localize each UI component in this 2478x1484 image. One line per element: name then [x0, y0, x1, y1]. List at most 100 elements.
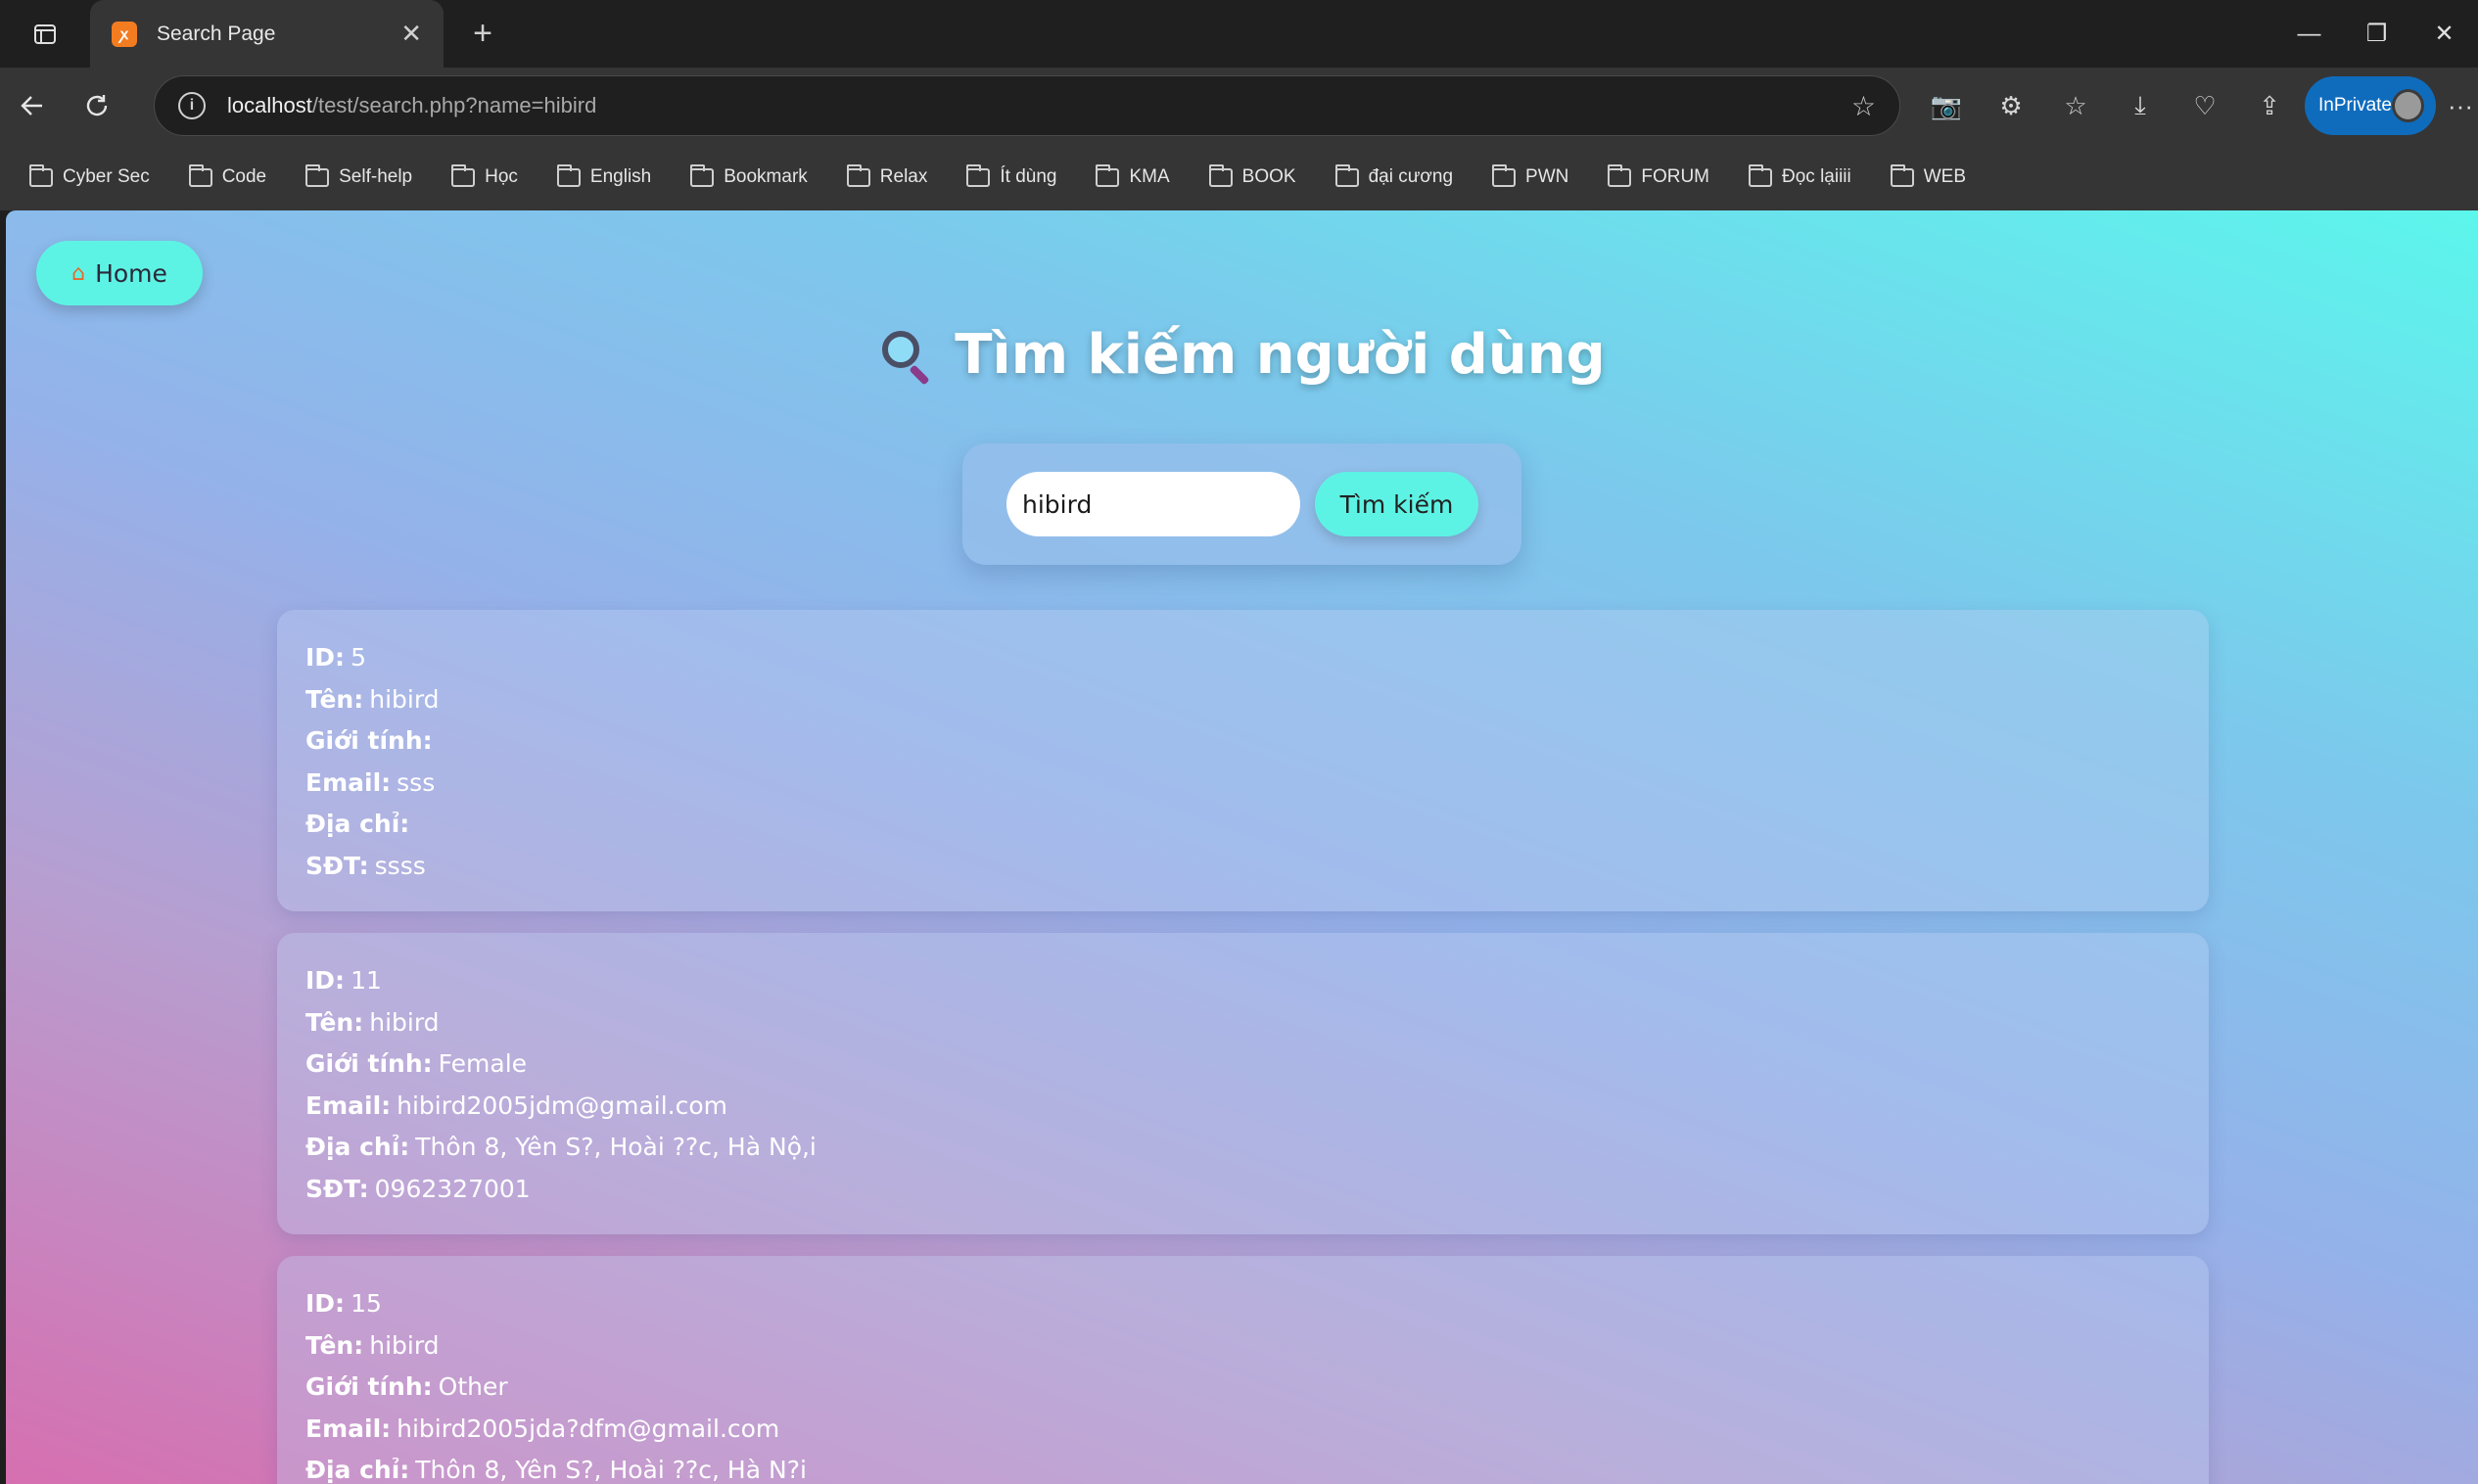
folder-icon [1334, 163, 1359, 187]
bookmark-folder[interactable]: KMA [1096, 163, 1170, 188]
tab-strip: ꭗ Search Page ✕ + — ❐ ✕ [0, 0, 2478, 68]
url-host: localhost [227, 93, 312, 117]
new-tab-button[interactable]: + [444, 0, 522, 68]
search-button[interactable]: Tìm kiếm [1315, 472, 1478, 536]
bookmark-folder[interactable]: English [556, 163, 651, 188]
folder-icon [29, 163, 53, 187]
field-gender: Giới tính: [305, 726, 433, 755]
home-button[interactable]: ⌂ Home [36, 241, 203, 305]
home-label: Home [95, 258, 167, 288]
favorite-star-icon[interactable]: ☆ [1851, 90, 1876, 122]
field-email: Email: hibird2005jdm@gmail.com [305, 1090, 728, 1120]
user-address: Thôn 8, Yên S?, Hoài ??c, Hà Nộ,i [415, 1133, 817, 1161]
user-address: Thôn 8, Yên S?, Hoài ??c, Hà N?i [415, 1456, 807, 1484]
restore-icon[interactable]: ❐ [2343, 0, 2410, 68]
field-address: Địa chỉ: [305, 810, 410, 838]
user-id: 11 [351, 966, 382, 995]
folder-icon [188, 163, 212, 187]
bookmark-folder[interactable]: Relax [846, 163, 927, 188]
field-id: ID: 15 [305, 1289, 382, 1318]
user-result-card: ID: 15 Tên: hibird Giới tính: Other Email: h… [277, 1256, 2209, 1484]
minimize-icon[interactable]: — [2275, 0, 2343, 68]
tab-actions-button[interactable] [0, 0, 90, 68]
folder-icon [846, 163, 870, 187]
refresh-button[interactable] [65, 68, 129, 144]
field-name: Tên: hibird [305, 1007, 440, 1037]
folder-icon [305, 163, 330, 187]
refresh-icon [86, 95, 108, 116]
folder-icon [1492, 163, 1517, 187]
inprivate-profile-button[interactable]: InPrivate [2305, 76, 2436, 135]
field-address: Địa chỉ: Thôn 8, Yên S?, Hoài ??c, Hà N?i [305, 1456, 807, 1484]
user-name: hibird [369, 684, 440, 714]
bookmark-folder[interactable]: đại cương [1334, 163, 1453, 188]
browser-essentials-icon[interactable]: ♡ [2173, 68, 2237, 144]
user-id: 5 [351, 643, 366, 672]
bookmark-folder[interactable]: Ít dùng [966, 163, 1056, 188]
folder-icon [966, 163, 991, 187]
extensions-puzzle-icon[interactable]: ⚙ [1979, 68, 2043, 144]
user-result-card: ID: 11 Tên: hibird Giới tính: Female Email:… [277, 933, 2209, 1234]
user-result-card: ID: 5 Tên: hibird Giới tính: Email: sss Địa… [277, 610, 2209, 911]
address-bar[interactable]: i localhost/test/search.php?name=hibird … [154, 75, 1900, 136]
inprivate-label: InPrivate [2318, 95, 2392, 116]
user-email: sss [397, 767, 436, 797]
tab-title: Search Page [157, 22, 276, 45]
field-email: Email: hibird2005jda?dfm@gmail.com [305, 1414, 780, 1443]
user-email: hibird2005jda?dfm@gmail.com [397, 1414, 780, 1443]
field-phone: SĐT: 0962327001 [305, 1174, 531, 1203]
field-name: Tên: hibird [305, 1330, 440, 1360]
field-gender: Giới tính: Other [305, 1372, 508, 1401]
folder-icon [1096, 163, 1120, 187]
profile-avatar [2391, 89, 2424, 122]
search-form: Tìm kiếm [962, 443, 1521, 565]
site-info-icon[interactable]: i [178, 92, 206, 119]
folder-icon [690, 163, 715, 187]
user-name: hibird [369, 1330, 440, 1360]
field-address: Địa chỉ: Thôn 8, Yên S?, Hoài ??c, Hà Nộ,… [305, 1133, 817, 1161]
folder-icon [556, 163, 581, 187]
tab-actions-icon [34, 23, 56, 44]
favorites-icon[interactable]: ☆ [2043, 68, 2108, 144]
folder-icon [1749, 163, 1772, 187]
user-name: hibird [369, 1007, 440, 1037]
user-email: hibird2005jdm@gmail.com [397, 1090, 728, 1120]
bookmark-folder[interactable]: Bookmark [690, 163, 808, 188]
bookmark-folder[interactable]: Self-help [305, 163, 412, 188]
field-id: ID: 5 [305, 643, 366, 672]
share-icon[interactable]: ⇪ [2237, 68, 2302, 144]
bookmark-folder[interactable]: Đọc lạiiii [1749, 163, 1851, 188]
folder-icon [1208, 163, 1233, 187]
folder-icon [1890, 163, 1914, 187]
folder-icon [451, 163, 476, 187]
bookmarks-bar: Cyber Sec Code Self-help Học English Boo… [0, 144, 2478, 210]
user-gender: Female [438, 1049, 528, 1078]
downloads-icon[interactable]: ⤓ [2108, 68, 2173, 144]
screenshot-camera-icon[interactable]: 📷 [1914, 68, 1979, 144]
close-tab-icon[interactable]: ✕ [400, 19, 422, 49]
bookmark-folder[interactable]: PWN [1492, 163, 1568, 188]
user-id: 15 [351, 1289, 382, 1318]
window-controls: — ❐ ✕ [2275, 0, 2478, 68]
search-input[interactable] [1006, 472, 1300, 536]
page-title: Tìm kiếm người dùng [6, 323, 2478, 387]
xampp-favicon-icon: ꭗ [112, 21, 137, 47]
bookmark-folder[interactable]: Cyber Sec [29, 163, 150, 188]
search-page: ⌂ Home Tìm kiếm người dùng Tìm kiếm ID:5… [6, 210, 2478, 1484]
page-title-text: Tìm kiếm người dùng [955, 323, 1606, 387]
bookmark-folder[interactable]: Code [188, 163, 266, 188]
back-button[interactable] [0, 68, 65, 144]
bookmark-folder[interactable]: WEB [1890, 163, 1966, 188]
close-window-icon[interactable]: ✕ [2410, 0, 2478, 68]
user-gender: Other [438, 1372, 508, 1401]
bookmark-folder[interactable]: BOOK [1208, 163, 1296, 188]
user-phone: ssss [374, 851, 426, 880]
active-tab[interactable]: ꭗ Search Page ✕ [90, 0, 444, 68]
back-arrow-icon [21, 96, 42, 116]
field-phone: SĐT: ssss [305, 851, 426, 880]
field-id: ID: 11 [305, 966, 382, 995]
more-options-icon[interactable]: ··· [2448, 68, 2473, 144]
field-name: Tên: hibird [305, 684, 440, 714]
bookmark-folder[interactable]: Học [451, 163, 518, 188]
bookmark-folder[interactable]: FORUM [1608, 163, 1709, 188]
